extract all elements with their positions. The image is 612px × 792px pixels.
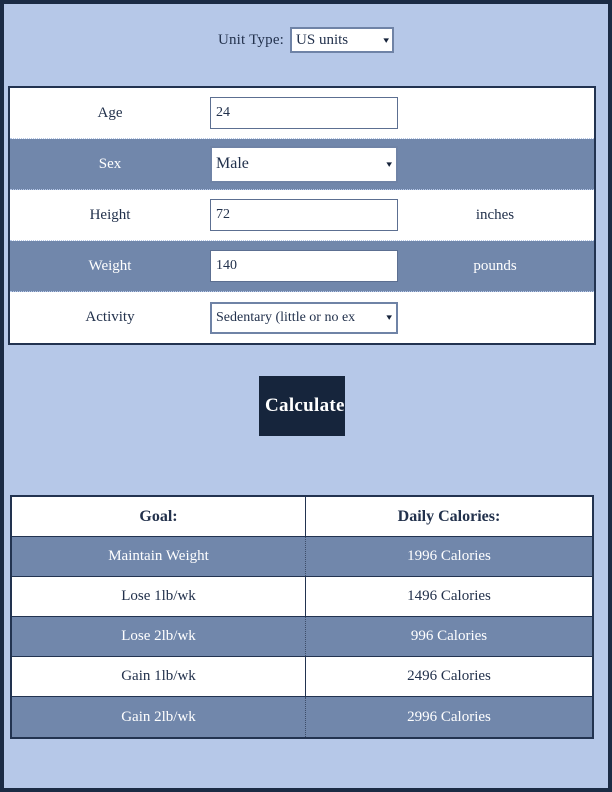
- results-header-calories: Daily Calories:: [397, 507, 501, 525]
- form-unit-height: inches: [475, 206, 515, 223]
- unit-type-select[interactable]: US units ▾: [290, 27, 395, 53]
- table-row: Gain 2lb/wk 2996 Calories: [12, 697, 592, 737]
- results-goal: Lose 2lb/wk: [12, 617, 306, 656]
- results-header-goal: Goal:: [12, 497, 306, 536]
- results-goal: Gain 2lb/wk: [12, 697, 306, 737]
- weight-input[interactable]: [210, 250, 398, 282]
- form-field-age: [210, 97, 406, 129]
- unit-type-label: Unit Type:: [217, 31, 285, 48]
- results-calories: 2496 Calories: [407, 668, 491, 684]
- age-input[interactable]: [210, 97, 398, 129]
- table-row: Lose 2lb/wk 996 Calories: [12, 617, 592, 657]
- form-field-activity: Sedentary (little or no ex ▾: [210, 301, 406, 334]
- form-field-weight: [210, 250, 406, 282]
- chevron-down-icon: ▾: [386, 158, 393, 169]
- form-label-sex: Sex: [98, 155, 122, 172]
- form-field-height: [210, 199, 406, 231]
- calculate-button-wrapper: Calculate: [0, 376, 604, 436]
- results-calories: 1996 Calories: [407, 548, 491, 564]
- table-row: Maintain Weight 1996 Calories: [12, 537, 592, 577]
- chevron-down-icon: ▾: [382, 34, 389, 45]
- form-field-sex: Male ▾: [210, 145, 406, 183]
- form-row-age: Age: [10, 88, 594, 139]
- activity-select[interactable]: Sedentary (little or no ex ▾: [210, 301, 398, 334]
- results-header-row: Goal: Daily Calories:: [12, 497, 592, 537]
- activity-select-value: Sedentary (little or no ex: [216, 309, 356, 325]
- height-input[interactable]: [210, 199, 398, 231]
- form-label-weight: Weight: [88, 257, 132, 274]
- results-table: Goal: Daily Calories: Maintain Weight 19…: [10, 495, 594, 739]
- unit-type-row: Unit Type: US units ▾: [4, 4, 608, 76]
- form-row-height: Height inches: [10, 190, 594, 241]
- table-row: Gain 1lb/wk 2496 Calories: [12, 657, 592, 697]
- form-label-activity: Activity: [85, 309, 135, 325]
- results-goal: Maintain Weight: [12, 537, 306, 576]
- results-calories: 996 Calories: [410, 628, 488, 644]
- input-form-table: Age Sex Male ▾ Height inches Weight poun…: [8, 86, 596, 345]
- form-row-weight: Weight pounds: [10, 241, 594, 292]
- table-row: Lose 1lb/wk 1496 Calories: [12, 577, 592, 617]
- results-goal: Lose 1lb/wk: [12, 577, 306, 616]
- form-row-activity: Activity Sedentary (little or no ex ▾: [10, 292, 594, 343]
- form-label-height: Height: [89, 206, 131, 223]
- form-unit-weight: pounds: [473, 257, 517, 274]
- calculate-button[interactable]: Calculate: [259, 376, 345, 436]
- form-label-age: Age: [97, 104, 123, 121]
- results-calories: 2996 Calories: [407, 708, 491, 725]
- results-calories: 1496 Calories: [407, 588, 491, 604]
- unit-type-select-value: US units: [296, 31, 349, 48]
- form-row-sex: Sex Male ▾: [10, 139, 594, 190]
- sex-select-value: Male: [216, 155, 249, 172]
- sex-select[interactable]: Male ▾: [210, 145, 398, 183]
- results-goal: Gain 1lb/wk: [12, 657, 306, 696]
- chevron-down-icon: ▾: [386, 312, 393, 322]
